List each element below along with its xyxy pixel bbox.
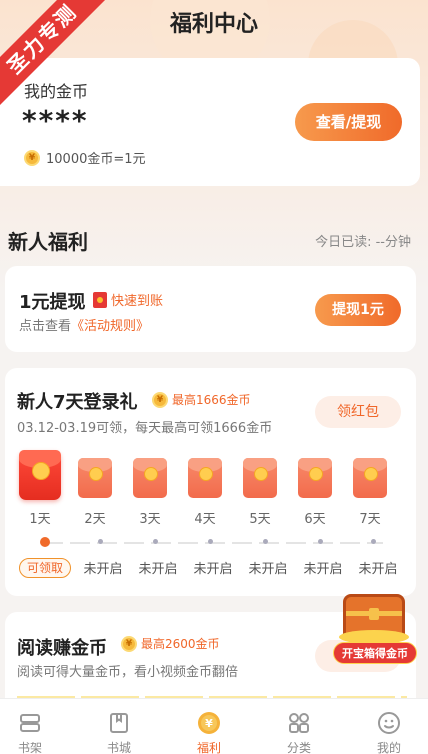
withdraw-card: 1元提现 快速到账 点击查看《活动规则》 提现1元 <box>5 266 416 352</box>
treasure-chest-widget[interactable]: 开宝箱得金币 <box>333 586 417 666</box>
fast-arrival-tag: 快速到账 <box>93 290 163 309</box>
tab-category[interactable]: 分类 <box>269 699 329 754</box>
withdraw-subtitle: 点击查看《活动规则》 <box>19 315 149 334</box>
login-max-coins-tag: ¥ 最高1666金币 <box>152 391 251 408</box>
newbie-section-title: 新人福利 <box>8 230 88 254</box>
tab-welfare[interactable]: ¥ 福利 <box>179 699 239 754</box>
withdraw-1-yuan-button[interactable]: 提现1元 <box>315 294 401 326</box>
day-5[interactable]: 5天 <box>239 450 281 527</box>
status-locked: 未开启 <box>138 562 178 577</box>
tab-bookstore[interactable]: 书城 <box>89 699 149 754</box>
progress-dot <box>263 539 268 544</box>
profile-icon <box>377 711 401 735</box>
status-locked: 未开启 <box>248 562 288 577</box>
withdraw-sub-prefix: 点击查看 <box>19 319 72 334</box>
login-days: 1天 2天 3天 4天 5天 6天 7天 <box>19 450 404 527</box>
withdraw-title: 1元提现 <box>19 292 86 313</box>
red-envelope-icon <box>353 458 387 498</box>
day-status-row: 可领取 未开启 未开启 未开启 未开启 未开启 未开启 <box>15 558 410 578</box>
status-locked: 未开启 <box>303 562 343 577</box>
progress-dot <box>153 539 158 544</box>
login-gift-card: 新人7天登录礼 ¥ 最高1666金币 03.12-03.19可领，每天最高可领1… <box>5 368 416 596</box>
coins-label: 我的金币 <box>24 82 89 101</box>
tab-bookshelf[interactable]: 书架 <box>0 699 60 754</box>
red-envelope-icon <box>133 458 167 498</box>
day-7[interactable]: 7天 <box>349 450 391 527</box>
my-coins-card: 我的金币 **** ¥ 10000金币=1元 查看/提现 <box>0 58 420 186</box>
open-chest-button[interactable]: 开宝箱得金币 <box>333 642 417 664</box>
svg-text:¥: ¥ <box>205 717 213 730</box>
login-gift-subtitle: 03.12-03.19可领，每天最高可领1666金币 <box>17 421 273 436</box>
tab-label: 福利 <box>196 741 221 754</box>
day-4[interactable]: 4天 <box>184 450 226 527</box>
day-label: 5天 <box>249 512 271 527</box>
red-envelope-icon <box>298 458 332 498</box>
day-1[interactable]: 1天 <box>19 450 61 527</box>
category-icon <box>287 711 311 735</box>
claim-red-envelope-button[interactable]: 领红包 <box>315 396 401 428</box>
read-earn-subtitle: 阅读可得大量金币，看小视频金币翻倍 <box>17 665 239 680</box>
bookstore-icon <box>107 711 131 735</box>
coin-rate: ¥ 10000金币=1元 <box>24 148 146 167</box>
read-max-coins-tag: ¥ 最高2600金币 <box>121 635 220 652</box>
red-envelope-icon <box>188 458 222 498</box>
red-envelope-icon <box>243 458 277 498</box>
status-locked: 未开启 <box>358 562 398 577</box>
tab-label: 书架 <box>17 741 42 754</box>
day-label: 1天 <box>29 512 51 527</box>
tab-label: 书城 <box>106 741 131 754</box>
progress-dot-current <box>40 537 50 547</box>
day-label: 3天 <box>139 512 161 527</box>
fast-arrival-text: 快速到账 <box>111 294 164 309</box>
day-label: 4天 <box>194 512 216 527</box>
coin-icon: ¥ <box>24 149 40 166</box>
red-envelope-icon <box>93 291 107 308</box>
coin-rate-text: 10000金币=1元 <box>46 152 146 167</box>
welfare-icon: ¥ <box>197 711 221 735</box>
progress-dot <box>371 539 376 544</box>
view-withdraw-button[interactable]: 查看/提现 <box>295 103 402 141</box>
day-3[interactable]: 3天 <box>129 450 171 527</box>
tab-label: 我的 <box>376 741 401 754</box>
coin-icon: ¥ <box>121 635 137 652</box>
day-6[interactable]: 6天 <box>294 450 336 527</box>
login-max-coins-text: 最高1666金币 <box>172 393 251 407</box>
coins-value: **** <box>22 104 89 137</box>
progress-dot <box>98 539 103 544</box>
bottom-tab-bar: 书架 书城 ¥ 福利 分类 我的 <box>0 698 428 754</box>
day-label: 2天 <box>84 512 106 527</box>
activity-rules-link[interactable]: 《活动规则》 <box>71 319 149 334</box>
day-2[interactable]: 2天 <box>74 450 116 527</box>
day-label: 7天 <box>359 512 381 527</box>
progress-dot <box>318 539 323 544</box>
bookshelf-icon <box>18 711 42 735</box>
status-locked: 未开启 <box>83 562 123 577</box>
red-envelope-icon <box>78 458 112 498</box>
today-read-time: 今日已读: --分钟 <box>315 235 411 250</box>
red-envelope-icon <box>19 450 61 500</box>
read-max-coins-text: 最高2600金币 <box>141 637 220 651</box>
coin-icon: ¥ <box>152 391 168 408</box>
status-claimable[interactable]: 可领取 <box>19 558 71 578</box>
day-label: 6天 <box>304 512 326 527</box>
status-locked: 未开启 <box>193 562 233 577</box>
login-gift-title: 新人7天登录礼 <box>17 392 138 413</box>
read-earn-title: 阅读赚金币 <box>17 638 107 659</box>
login-progress-track <box>43 542 383 544</box>
tab-label: 分类 <box>286 741 311 754</box>
progress-dot <box>208 539 213 544</box>
tab-profile[interactable]: 我的 <box>359 699 419 754</box>
